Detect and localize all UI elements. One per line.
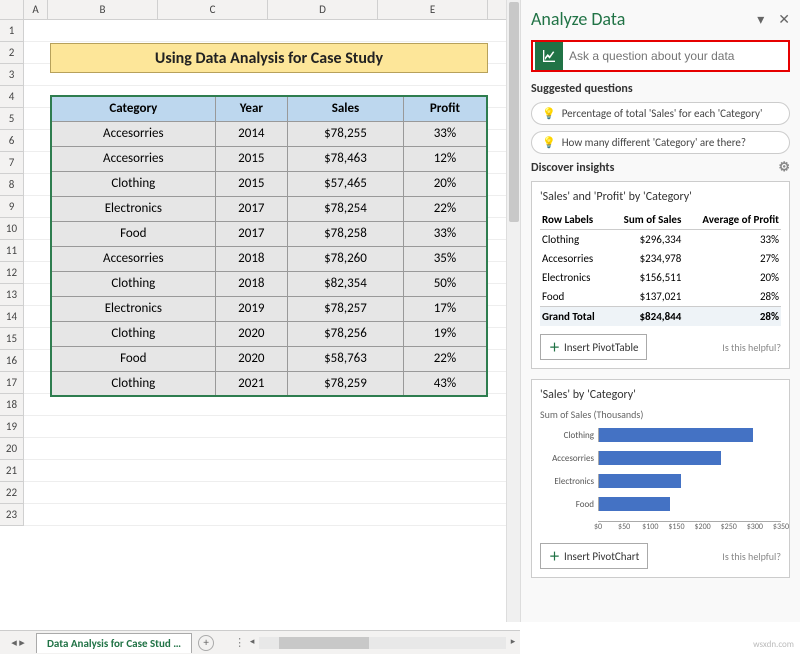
bulb-icon: 💡: [542, 107, 556, 120]
row-header[interactable]: 17: [0, 372, 24, 394]
table-row[interactable]: Clothing2020$78,25619%: [51, 321, 487, 346]
table-row[interactable]: Accesorries2018$78,26035%: [51, 246, 487, 271]
gear-icon[interactable]: ⚙: [778, 160, 790, 175]
menu-dots-icon[interactable]: ⋮: [234, 636, 245, 649]
table-row[interactable]: Clothing2018$82,35450%: [51, 271, 487, 296]
row-header[interactable]: 7: [0, 152, 24, 174]
chart-bar: Clothing: [598, 425, 781, 445]
data-table[interactable]: Category Year Sales Profit Accesorries20…: [50, 95, 488, 397]
pivot-table: Row Labels Sum of Sales Average of Profi…: [540, 210, 781, 326]
row-header[interactable]: 21: [0, 460, 24, 482]
cells-area[interactable]: Using Data Analysis for Case Study Categ…: [24, 20, 514, 526]
watermark: wsxdn.com: [753, 639, 794, 650]
th-profit: Profit: [403, 96, 487, 121]
row-header[interactable]: 12: [0, 262, 24, 284]
pane-title: Analyze Data: [531, 8, 625, 30]
table-row[interactable]: Accesorries2014$78,25533%: [51, 121, 487, 146]
row-header[interactable]: 11: [0, 240, 24, 262]
card1-title: 'Sales' and 'Profit' by 'Category': [540, 190, 781, 204]
table-row[interactable]: Electronics2017$78,25422%: [51, 196, 487, 221]
row-header[interactable]: 23: [0, 504, 24, 526]
column-headers: A B C D E: [0, 0, 520, 20]
row-header[interactable]: 18: [0, 394, 24, 416]
hscroll-right[interactable]: ▸: [506, 636, 520, 650]
row-header[interactable]: 1: [0, 20, 24, 42]
row-header[interactable]: 16: [0, 350, 24, 372]
pivot-row: Electronics$156,51120%: [540, 268, 781, 287]
insert-pivotchart-button[interactable]: ＋Insert PivotChart: [540, 543, 648, 569]
col-header-b[interactable]: B: [48, 0, 158, 19]
row-header[interactable]: 14: [0, 306, 24, 328]
tab-nav-icons[interactable]: ◂ ▸: [0, 636, 36, 649]
active-sheet-tab[interactable]: Data Analysis for Case Stud …: [36, 633, 192, 653]
chart-x-axis: $0$50$100$150$200$250$300$350: [598, 521, 781, 535]
sheet-title-banner: Using Data Analysis for Case Study: [50, 43, 488, 73]
table-row[interactable]: Accesorries2015$78,46312%: [51, 146, 487, 171]
hscroll-left[interactable]: ◂: [245, 636, 259, 650]
helpful-link-2[interactable]: Is this helpful?: [722, 550, 781, 563]
row-header[interactable]: 2: [0, 42, 24, 64]
row-header[interactable]: 4: [0, 86, 24, 108]
row-header[interactable]: 8: [0, 174, 24, 196]
table-row[interactable]: Electronics2019$78,25717%: [51, 296, 487, 321]
row-header[interactable]: 19: [0, 416, 24, 438]
insight-card-pivot: 'Sales' and 'Profit' by 'Category' Row L…: [531, 181, 790, 369]
suggested-questions-label: Suggested questions: [531, 82, 790, 96]
row-header[interactable]: 5: [0, 108, 24, 130]
card2-title: 'Sales' by 'Category': [540, 388, 781, 402]
chart-bar: Electronics: [598, 471, 781, 491]
ask-question-box[interactable]: [531, 40, 790, 72]
card2-subtitle: Sum of Sales (Thousands): [540, 408, 781, 421]
helpful-link-1[interactable]: Is this helpful?: [722, 341, 781, 354]
row-header[interactable]: 13: [0, 284, 24, 306]
suggestion-2[interactable]: 💡How many different 'Category' are there…: [531, 131, 790, 154]
th-sales: Sales: [288, 96, 404, 121]
suggestion-1[interactable]: 💡Percentage of total 'Sales' for each 'C…: [531, 102, 790, 125]
col-header-d[interactable]: D: [268, 0, 378, 19]
row-header[interactable]: 22: [0, 482, 24, 504]
chart-bar: Food: [598, 494, 781, 514]
row-header[interactable]: 3: [0, 64, 24, 86]
table-row[interactable]: Clothing2021$78,25943%: [51, 371, 487, 396]
horizontal-scrollbar[interactable]: [259, 637, 506, 649]
pane-close-icon[interactable]: ✕: [778, 11, 790, 28]
vertical-scrollbar[interactable]: [506, 0, 520, 622]
pane-dropdown-icon[interactable]: ▾: [757, 11, 764, 28]
pivot-row: Food$137,02128%: [540, 287, 781, 307]
analyze-icon: [535, 42, 563, 70]
pivot-row: Clothing$296,33433%: [540, 230, 781, 250]
insert-pivottable-button[interactable]: ＋Insert PivotTable: [540, 334, 647, 360]
th-category: Category: [51, 96, 215, 121]
pivot-total-row: Grand Total$824,84428%: [540, 307, 781, 327]
analyze-data-pane: Analyze Data ▾ ✕ Suggested questions 💡Pe…: [520, 0, 800, 622]
ask-input[interactable]: [565, 45, 788, 67]
col-header-c[interactable]: C: [158, 0, 268, 19]
row-header[interactable]: 6: [0, 130, 24, 152]
pivot-row: Accesorries$234,97827%: [540, 249, 781, 268]
table-row[interactable]: Clothing2015$57,46520%: [51, 171, 487, 196]
row-header[interactable]: 20: [0, 438, 24, 460]
sheet-tab-bar: ◂ ▸ Data Analysis for Case Stud … + ⋮ ◂ …: [0, 630, 520, 654]
col-header-e[interactable]: E: [378, 0, 488, 19]
table-row[interactable]: Food2020$58,76322%: [51, 346, 487, 371]
row-headers: 1234567891011121314151617181920212223: [0, 20, 24, 526]
select-all-corner[interactable]: [0, 0, 24, 19]
table-row[interactable]: Food2017$78,25833%: [51, 221, 487, 246]
add-sheet-button[interactable]: +: [198, 635, 214, 651]
col-header-a[interactable]: A: [24, 0, 48, 19]
row-header[interactable]: 10: [0, 218, 24, 240]
th-year: Year: [215, 96, 287, 121]
row-header[interactable]: 9: [0, 196, 24, 218]
bulb-icon: 💡: [542, 136, 556, 149]
row-header[interactable]: 15: [0, 328, 24, 350]
discover-insights-label: Discover insights: [531, 161, 614, 175]
chart-bar: Accesorries: [598, 448, 781, 468]
insight-card-chart: 'Sales' by 'Category' Sum of Sales (Thou…: [531, 379, 790, 578]
spreadsheet: A B C D E 123456789101112131415161718192…: [0, 0, 520, 622]
hbar-chart: Clothing Accesorries Electronics Food $0$50$…: [540, 425, 781, 535]
